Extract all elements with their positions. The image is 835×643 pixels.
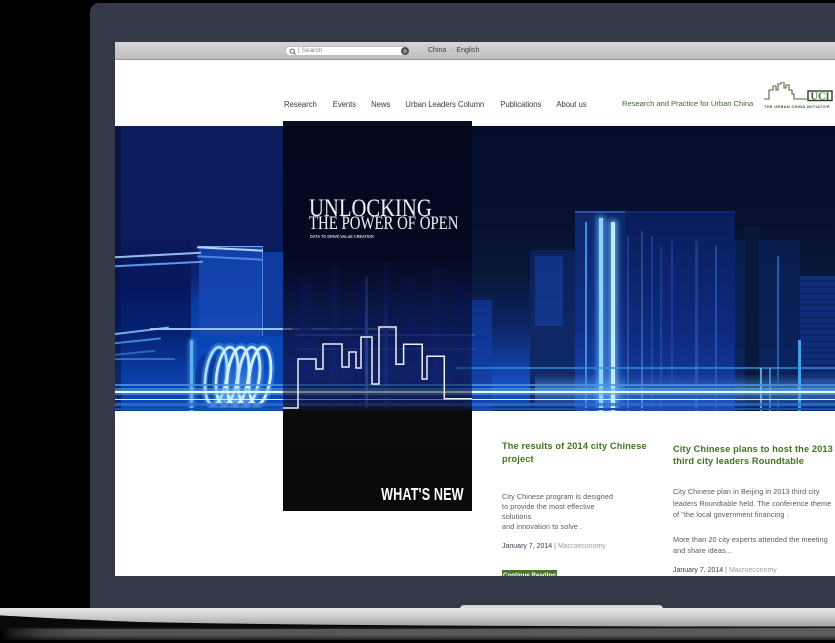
svg-text:THE URBAN CHINA INITIATIVE: THE URBAN CHINA INITIATIVE xyxy=(764,104,830,109)
svg-text:UCI: UCI xyxy=(810,92,829,103)
